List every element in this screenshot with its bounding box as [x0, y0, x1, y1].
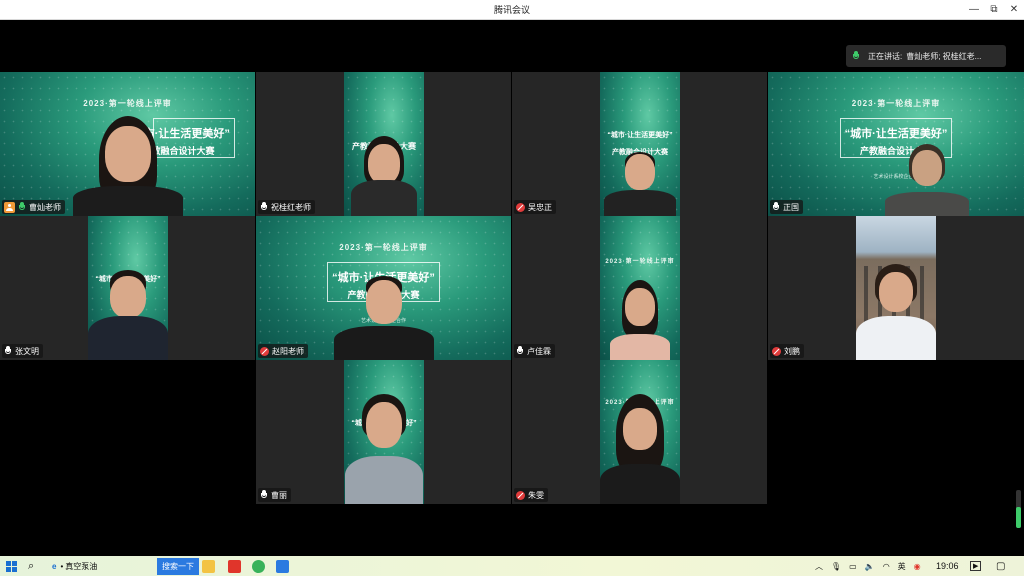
participant-name: 吴忠正: [528, 202, 552, 212]
search-button-label: 搜索一下: [157, 557, 199, 575]
participant-name: 曹灿老师: [29, 202, 61, 212]
participant-label: 祝桂红老师: [258, 200, 315, 214]
battery-icon[interactable]: ▭: [849, 562, 857, 571]
mic-icon: [772, 202, 780, 212]
participant-video: [603, 150, 676, 216]
video-tile-participant-1[interactable]: 2023·第一轮线上评审 “城市·让生活更美好” 产教融合设计大赛 曹灿老师: [0, 72, 255, 216]
volume-meter: [1016, 490, 1021, 528]
poster-line-2: “城市·让生活更美好”: [607, 131, 673, 139]
participant-name: 曹丽: [271, 490, 287, 500]
mic-icon: [4, 346, 12, 356]
participant-video: [87, 260, 168, 360]
participant-video: [350, 128, 417, 216]
taskbar-browser-search[interactable]: e • 真空泵油: [52, 556, 97, 576]
edge-taskbar-icon[interactable]: [252, 556, 265, 576]
taskbar-search-icon[interactable]: ⌕: [28, 556, 34, 576]
participant-label: 曹灿老师: [2, 200, 65, 214]
notification-icon[interactable]: ▢: [996, 556, 1005, 576]
mic-icon: [852, 51, 860, 61]
tencent-meeting-taskbar-icon[interactable]: [276, 556, 289, 576]
close-button[interactable]: ✕: [1006, 2, 1022, 18]
search-query-text: 真空泵油: [65, 561, 98, 571]
volume-meter-fill: [1016, 507, 1021, 528]
dot-icon: •: [60, 561, 64, 571]
chevron-up-icon[interactable]: ︿: [815, 561, 823, 572]
start-button[interactable]: [6, 556, 17, 576]
speaking-names: 曹灿老师; 祝桂红老...: [906, 51, 982, 61]
participant-label: 赵阳老师: [258, 344, 308, 358]
participant-label: 卢佳霖: [514, 344, 555, 358]
speaking-indicator[interactable]: 正在讲话: 曹灿老师; 祝桂红老...: [846, 45, 1006, 67]
host-icon: [4, 201, 15, 213]
media-icon[interactable]: ▶: [970, 556, 982, 576]
mic-muted-icon: [260, 346, 269, 356]
mic-muted-icon: [516, 202, 525, 212]
mic-icon: [516, 346, 524, 356]
video-tile-participant-8[interactable]: 刘鹏: [768, 216, 1024, 360]
browser-icon: e: [52, 561, 57, 571]
video-tile-participant-5[interactable]: “城市·让生活更美好” 张文明: [0, 216, 255, 360]
windows-logo-icon: [6, 560, 17, 572]
poster-line-1: 2023·第一轮线上评审: [851, 98, 941, 108]
video-tile-participant-10[interactable]: 2023·第一轮线上评审 朱雯: [512, 360, 767, 504]
clock[interactable]: 19:06: [936, 556, 959, 576]
participant-name: 张文明: [15, 346, 39, 356]
input-icon[interactable]: 英: [898, 561, 906, 572]
speaking-label: 正在讲话:: [868, 51, 903, 61]
mic-icon: [260, 202, 268, 212]
participant-name: 朱雯: [528, 490, 544, 500]
participant-label: 正国: [770, 200, 803, 214]
mic-muted-icon: [516, 490, 525, 500]
participant-video: [856, 260, 936, 360]
poster-line-2: “城市·让生活更美好”: [844, 128, 948, 141]
mic-icon[interactable]: 🎙: [831, 562, 841, 571]
participant-video: [609, 276, 670, 360]
participant-label: 曹丽: [258, 488, 291, 502]
participant-name: 卢佳霖: [527, 346, 551, 356]
video-tile-participant-9[interactable]: “城市·让生活更美好” 曹丽: [256, 360, 511, 504]
participant-name: 祝桂红老师: [271, 202, 311, 212]
participant-name: 赵阳老师: [272, 346, 304, 356]
video-tile-participant-4[interactable]: 2023·第一轮线上评审 “城市·让生活更美好” 产教融合设计大赛 艺术设计系校…: [768, 72, 1024, 216]
participant-label: 吴忠正: [514, 200, 556, 214]
window-titlebar: 腾讯会议 — ⧉ ✕: [0, 0, 1024, 20]
participant-label: 朱雯: [514, 488, 548, 502]
participant-video: [72, 96, 183, 216]
antivirus-icon[interactable]: ◉: [914, 562, 921, 571]
video-tile-participant-2[interactable]: 产教融合设计大赛 祝桂红老师: [256, 72, 511, 216]
windows-taskbar: ⌕ e • 真空泵油 搜索一下 ︿ 🎙 ▭ 🔈 ◠ 英 ◉ 19:06 ▶ ▢: [0, 556, 1024, 576]
participant-video: [333, 276, 434, 360]
mic-speaking-icon: [18, 202, 26, 212]
video-tile-participant-7[interactable]: 2023·第一轮线上评审 卢佳霖: [512, 216, 767, 360]
search-go-button[interactable]: 搜索一下: [157, 556, 199, 576]
window-title: 腾讯会议: [493, 5, 530, 15]
participant-video: [344, 378, 423, 504]
participant-label: 刘鹏: [770, 344, 804, 358]
clock-time: 19:06: [936, 561, 959, 571]
video-tile-participant-6[interactable]: 2023·第一轮线上评审 “城市·让生活更美好” 产教融合设计大赛 艺术设计系校…: [256, 216, 511, 360]
file-explorer-taskbar-icon[interactable]: [202, 556, 215, 576]
wifi-icon[interactable]: ◠: [883, 562, 890, 571]
participant-label: 张文明: [2, 344, 43, 358]
poster-line-1: 2023·第一轮线上评审: [339, 242, 428, 252]
participant-name: 刘鹏: [784, 346, 800, 356]
restore-button[interactable]: ⧉: [986, 2, 1002, 18]
speaker-icon[interactable]: 🔈: [865, 562, 875, 571]
wps-taskbar-icon[interactable]: [228, 556, 241, 576]
video-tile-participant-3[interactable]: “城市·让生活更美好” 产教融合设计大赛 吴忠正: [512, 72, 767, 216]
participant-name: 正国: [783, 202, 799, 212]
participant-video: [884, 144, 969, 216]
system-tray: ︿ 🎙 ▭ 🔈 ◠ 英 ◉: [815, 556, 921, 576]
mic-muted-icon: [772, 346, 781, 356]
poster-line-1: 2023·第一轮线上评审: [605, 259, 675, 266]
participant-video: [599, 394, 680, 504]
mic-icon: [260, 490, 268, 500]
minimize-button[interactable]: —: [966, 2, 982, 18]
